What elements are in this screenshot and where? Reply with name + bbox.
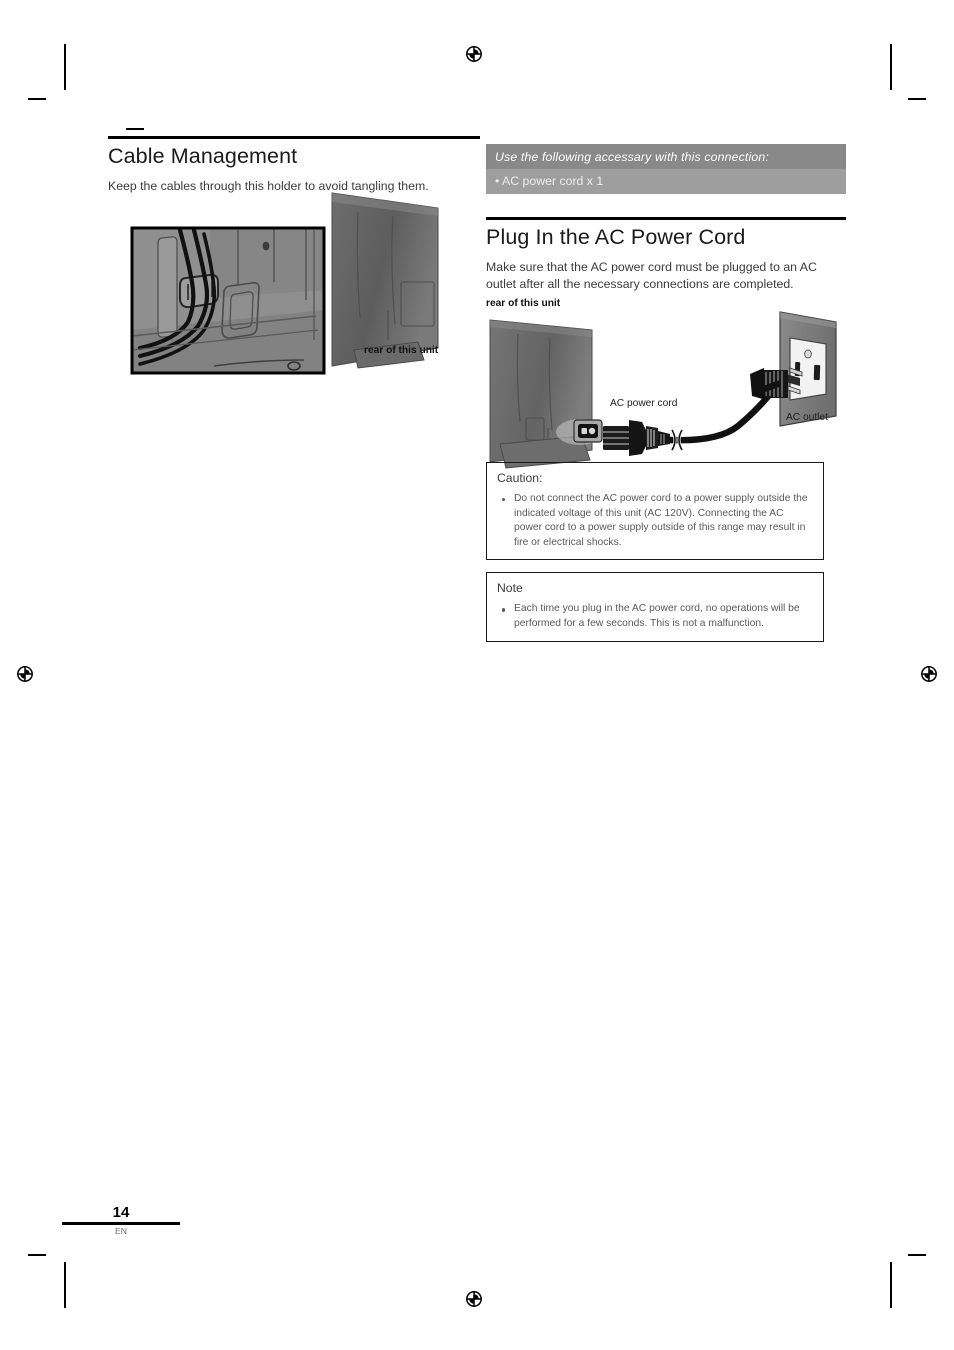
crop-mark — [28, 98, 46, 100]
note-box: Note Each time you plug in the AC power … — [486, 572, 824, 642]
caution-box: Caution: Do not connect the AC power cor… — [486, 462, 824, 561]
crop-mark — [64, 1262, 66, 1308]
crop-mark — [908, 98, 926, 100]
note-box-item: Each time you plug in the AC power cord,… — [497, 602, 813, 631]
diagram-label-ac-outlet: AC outlet — [786, 412, 828, 423]
diagram-label-ac-power-cord: AC power cord — [610, 398, 678, 409]
crop-mark — [64, 44, 66, 90]
accessory-box: Use the following accessary with this co… — [486, 144, 846, 194]
diagram-label-rear-of-unit: rear of this unit — [486, 298, 561, 309]
document-page: Cable Management Keep the cables through… — [0, 0, 954, 1350]
registration-target-icon — [921, 666, 937, 682]
registration-target-icon — [466, 46, 482, 62]
crop-mark — [890, 44, 892, 90]
page-number: 14 — [112, 1204, 130, 1221]
registration-target-icon — [466, 1291, 482, 1307]
section-rule — [486, 217, 846, 220]
page-title-plug-in-ac-power-cord: Plug In the AC Power Cord — [486, 225, 746, 249]
footer-rule — [62, 1222, 180, 1225]
crop-mark — [908, 1254, 926, 1256]
caution-box-title: Caution: — [497, 471, 543, 485]
left-column: Cable Management Keep the cables through… — [108, 136, 480, 195]
ac-power-cord-diagram: rear of this unit AC power cord AC outle… — [486, 298, 848, 469]
accessory-box-item: • AC power cord x 1 — [486, 169, 846, 194]
section-rule — [108, 136, 480, 139]
right-column: Use the following accessary with this co… — [486, 144, 846, 293]
page-language-code: EN — [115, 1226, 127, 1236]
cable-management-illustration: rear of this unit — [118, 190, 470, 375]
crop-mark — [890, 1262, 892, 1308]
figure-caption-rear-of-unit: rear of this unit — [364, 345, 439, 356]
caution-box-item: Do not connect the AC power cord to a po… — [497, 492, 813, 550]
plug-in-intro: Make sure that the AC power cord must be… — [486, 260, 817, 291]
accessory-box-title: Use the following accessary with this co… — [486, 144, 846, 169]
page-title-cable-management: Cable Management — [108, 144, 298, 168]
page-footer: 14 EN — [62, 1205, 180, 1236]
crop-mark — [126, 128, 144, 130]
registration-target-icon — [17, 666, 33, 682]
note-box-title: Note — [497, 581, 523, 596]
crop-mark — [28, 1254, 46, 1256]
